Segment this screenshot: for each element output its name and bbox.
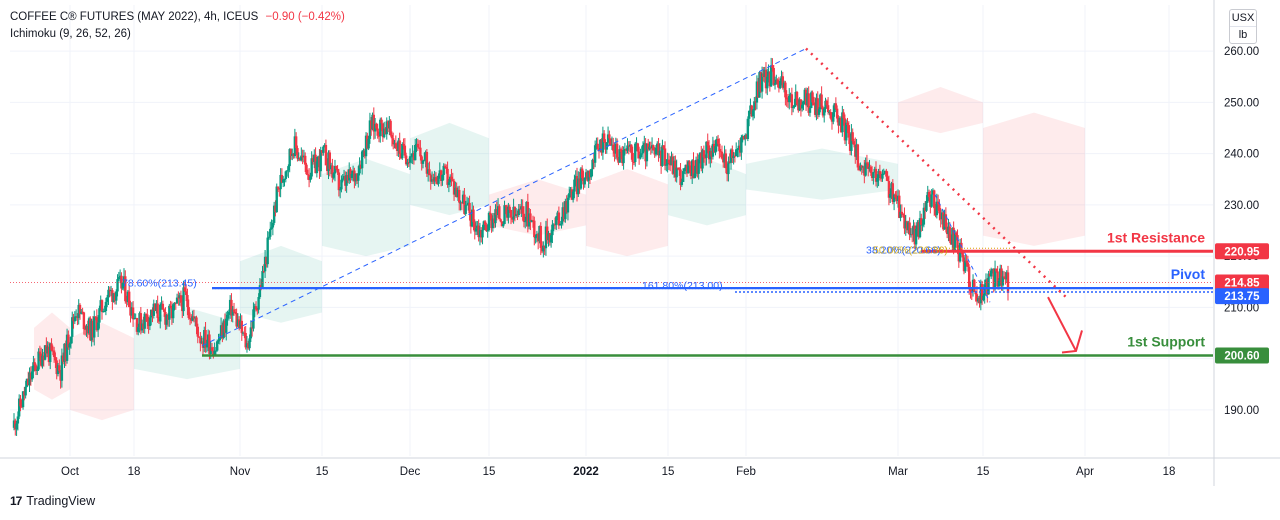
- y-tick-label: 260.00: [1224, 46, 1259, 58]
- y-tick-label: 190.00: [1224, 405, 1259, 417]
- x-tick-label: 15: [977, 466, 990, 478]
- candle-body: [266, 237, 269, 265]
- candle-body: [533, 220, 536, 238]
- tradingview-brand[interactable]: 17 TradingView: [10, 494, 95, 508]
- candle-body: [322, 146, 325, 153]
- x-tick-label: Nov: [230, 466, 251, 478]
- candle-body: [240, 320, 243, 334]
- symbol-title: COFFEE C® FUTURES (MAY 2022), 4h, ICEUS: [10, 11, 259, 23]
- unit-selector[interactable]: USX lb: [1229, 9, 1257, 44]
- support-price-tag-label: 200.60: [1224, 351, 1259, 363]
- candle-body: [498, 206, 501, 220]
- x-tick-label: 15: [662, 466, 675, 478]
- candles: [12, 57, 1010, 436]
- y-tick-label: 210.00: [1224, 302, 1259, 314]
- candle-body: [156, 303, 159, 318]
- candle-body: [398, 140, 401, 154]
- x-tick-label: 15: [316, 466, 329, 478]
- candle-body: [481, 229, 484, 238]
- y-tick-label: 240.00: [1224, 149, 1259, 161]
- candle-body: [973, 279, 976, 292]
- candle-body: [557, 212, 561, 226]
- candle-body: [987, 273, 990, 295]
- chart-window: 78.60%(213.45) 161.80%(213.00) 38.20%(220.…: [0, 0, 1280, 520]
- arrow-down-icon[interactable]: [1047, 296, 1077, 352]
- brand-name: TradingView: [26, 494, 96, 508]
- pivot-label: Pivot: [1171, 266, 1206, 282]
- candle-body: [596, 143, 599, 149]
- fib-label: 161.80%(213.00): [642, 280, 723, 292]
- candle-body: [566, 197, 570, 213]
- x-tick-label: Feb: [736, 466, 756, 478]
- candle-body: [615, 143, 619, 158]
- fib-label: 78.60%(213.45): [122, 277, 197, 289]
- cloud-segment: [586, 169, 668, 257]
- pivot-price-tag-label: 213.75: [1224, 291, 1260, 303]
- cloud-segment: [898, 87, 983, 134]
- currency-label[interactable]: USX: [1230, 10, 1256, 26]
- y-tick-label: 230.00: [1224, 200, 1259, 212]
- x-tick-label: 15: [483, 466, 496, 478]
- x-tick-label: Oct: [61, 466, 80, 478]
- x-tick-label: 18: [1163, 466, 1176, 478]
- candle-body: [1006, 272, 1010, 293]
- candle-body: [464, 205, 467, 214]
- unit-label[interactable]: lb: [1230, 26, 1256, 43]
- x-tick-label: Dec: [400, 466, 421, 478]
- candle-body: [820, 94, 823, 108]
- support-label: 1st Support: [1127, 334, 1205, 350]
- symbol-line[interactable]: COFFEE C® FUTURES (MAY 2022), 4h, ICEUS …: [10, 9, 345, 26]
- candle-body: [468, 202, 471, 214]
- x-tick-label: 2022: [573, 466, 599, 478]
- candle-body: [508, 206, 511, 210]
- candle-body: [808, 108, 812, 113]
- candle-body: [499, 219, 502, 222]
- candle-body: [872, 172, 875, 178]
- candle-body: [261, 271, 264, 288]
- resistance-label: 1st Resistance: [1107, 229, 1205, 245]
- y-tick-label: 250.00: [1224, 97, 1259, 109]
- candle-body: [269, 228, 272, 237]
- candle-body: [930, 194, 933, 207]
- x-tick-label: 18: [128, 466, 141, 478]
- chart-legend: COFFEE C® FUTURES (MAY 2022), 4h, ICEUS …: [10, 9, 345, 43]
- candle-body: [608, 134, 611, 139]
- candle-body: [509, 209, 513, 218]
- candle-body: [380, 119, 383, 124]
- chart-canvas[interactable]: 78.60%(213.45) 161.80%(213.00)38.20%(220.…: [0, 0, 1280, 520]
- candle-body: [24, 386, 27, 396]
- candle-body: [688, 161, 691, 166]
- x-tick-label: Apr: [1076, 466, 1094, 478]
- resistance-price-tag-label: 220.95: [1224, 246, 1260, 258]
- current-price-tag-label: 214.85: [1224, 278, 1260, 290]
- tradingview-logo-icon: 17: [10, 494, 22, 508]
- candle-body: [680, 181, 684, 186]
- candle-body: [631, 152, 634, 162]
- fib-label: 50.00%(220.36): [873, 244, 948, 256]
- indicator-name[interactable]: Ichimoku (9, 26, 52, 26): [10, 26, 345, 43]
- price-change: −0.90 (−0.42%): [265, 11, 345, 23]
- candle-body: [196, 326, 199, 337]
- candle-body: [583, 178, 586, 185]
- cloud-segment: [983, 112, 1085, 246]
- candle-body: [116, 279, 119, 292]
- x-tick-label: Mar: [888, 466, 908, 478]
- cloud-segment: [70, 322, 134, 421]
